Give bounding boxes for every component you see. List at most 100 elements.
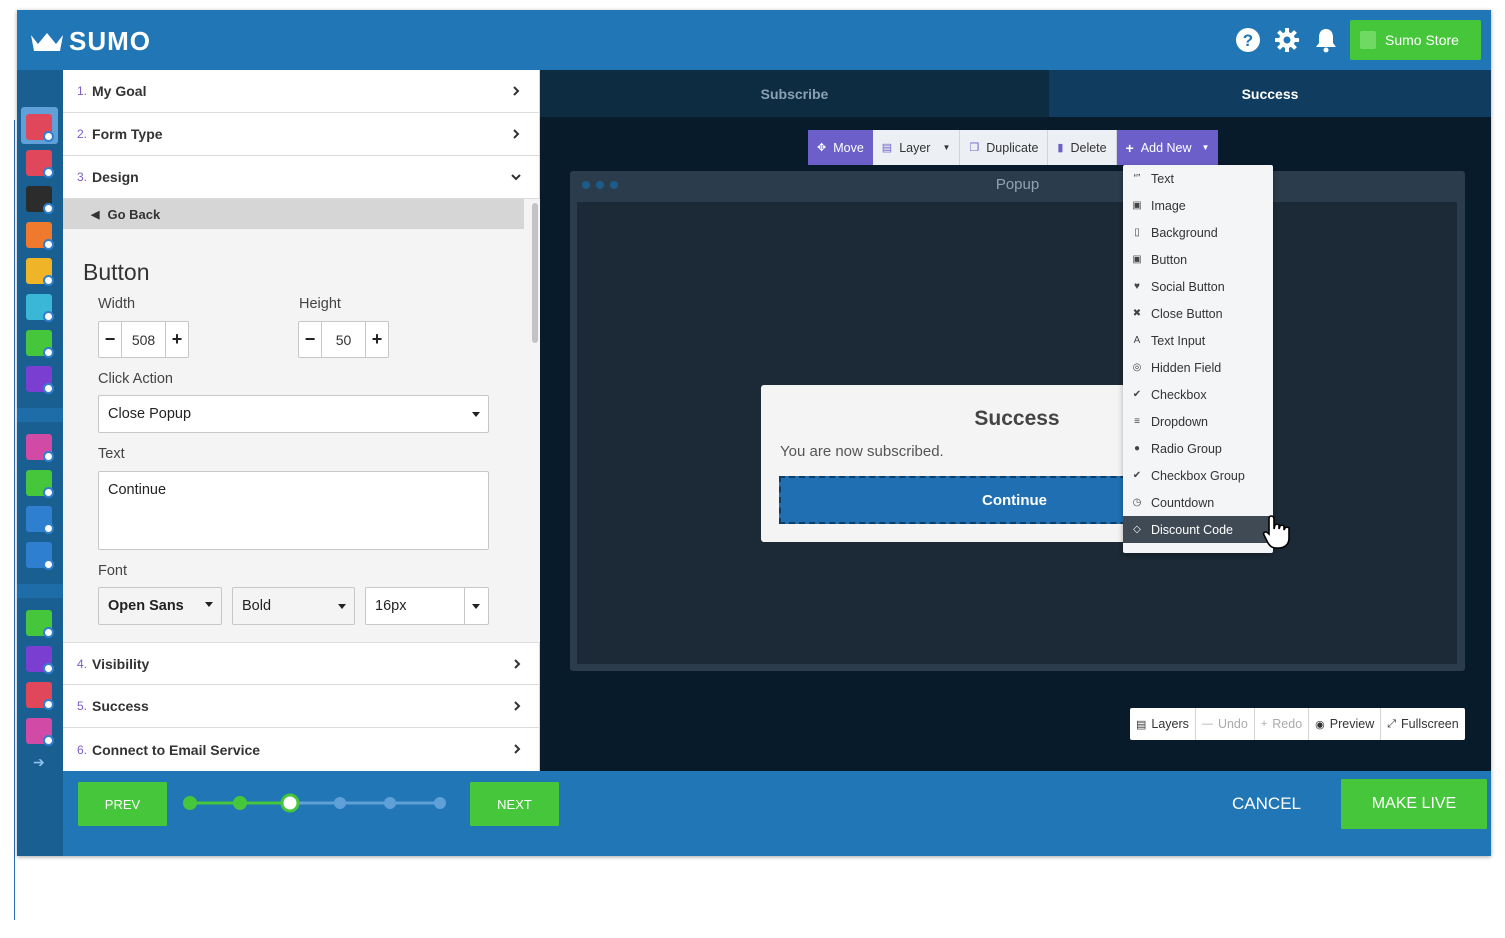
layers-icon: ▤ bbox=[1136, 718, 1147, 731]
welcome-mat-app-icon[interactable] bbox=[26, 186, 54, 214]
expand-arrow-icon[interactable]: ➔ bbox=[33, 754, 45, 771]
gear-icon[interactable] bbox=[1272, 25, 1302, 55]
smart-bar-app-icon[interactable] bbox=[26, 150, 54, 178]
menu-item-text[interactable]: “” Text bbox=[1123, 165, 1273, 192]
twitter-icon: ♥ bbox=[1134, 281, 1140, 292]
height-input[interactable]: 50 bbox=[321, 322, 366, 357]
highlighter-app-icon[interactable] bbox=[26, 258, 54, 286]
shopping-bag-icon bbox=[1360, 31, 1376, 49]
add-new-menu: “” Text ▣ Image ▯ Background ▣ Button ♥ Social Bu… bbox=[1123, 165, 1273, 553]
next-button[interactable]: NEXT bbox=[470, 782, 559, 826]
content-analytics-app-icon[interactable] bbox=[26, 610, 54, 638]
menu-item-social-button[interactable]: ♥ Social Button bbox=[1123, 273, 1273, 300]
menu-item-background[interactable]: ▯ Background bbox=[1123, 219, 1273, 246]
click-action-select[interactable]: Close Popup bbox=[98, 395, 489, 433]
menu-item-label: Close Button bbox=[1151, 306, 1223, 321]
accordion-connect-email[interactable]: 6. Connect to Email Service bbox=[63, 728, 540, 771]
menu-item-countdown[interactable]: ◷ Countdown bbox=[1123, 489, 1273, 516]
duplicate-button[interactable]: ❐ Duplicate bbox=[960, 130, 1049, 165]
menu-item-button[interactable]: ▣ Button bbox=[1123, 246, 1273, 273]
step-progress bbox=[183, 793, 446, 813]
eye-icon: ◎ bbox=[1132, 362, 1142, 373]
fire-app-icon[interactable] bbox=[26, 682, 54, 710]
layer-button[interactable]: ▤ Layer ▼ bbox=[873, 130, 961, 165]
accordion-label: Visibility bbox=[92, 655, 150, 672]
accordion-label: Success bbox=[92, 698, 149, 714]
delete-button[interactable]: ▮ Delete bbox=[1048, 130, 1117, 165]
add-new-button[interactable]: + Add New ▼ bbox=[1116, 130, 1219, 165]
logo-text: SUMO bbox=[69, 26, 151, 56]
fullscreen-button[interactable]: ⤢ Fullscreen bbox=[1381, 708, 1464, 740]
layers-button[interactable]: ▤ Layers bbox=[1130, 708, 1196, 740]
panel-scrollbar[interactable] bbox=[532, 203, 538, 343]
accordion-form-type[interactable]: 2. Form Type bbox=[63, 113, 539, 156]
font-family-select[interactable]: Open Sans bbox=[98, 587, 222, 625]
menu-item-radio-group[interactable]: ● Radio Group bbox=[1123, 435, 1273, 462]
select-value: Bold bbox=[242, 598, 272, 614]
heat-maps-app-icon[interactable] bbox=[26, 646, 54, 674]
accordion-success[interactable]: 5. Success bbox=[63, 685, 540, 728]
image-sharer-app-icon[interactable] bbox=[26, 366, 54, 394]
popup-canvas[interactable]: Success You are now subscribed. Continue bbox=[577, 202, 1457, 664]
chat-app-icon[interactable] bbox=[26, 718, 54, 746]
redo-button[interactable]: + Redo bbox=[1255, 708, 1310, 740]
divider bbox=[464, 588, 465, 624]
help-icon[interactable]: ? bbox=[1233, 25, 1263, 55]
menu-item-discount-code[interactable]: ◇ Discount Code bbox=[1123, 516, 1273, 543]
menu-item-image[interactable]: ▣ Image bbox=[1123, 192, 1273, 219]
menu-item-dropdown[interactable]: ≡ Dropdown bbox=[1123, 408, 1273, 435]
cancel-button[interactable]: CANCEL bbox=[1232, 794, 1301, 814]
accordion-design[interactable]: 3. Design bbox=[63, 156, 539, 199]
increment-button[interactable]: + bbox=[166, 322, 188, 357]
menu-item-checkbox[interactable]: ✔ Checkbox bbox=[1123, 381, 1273, 408]
menu-item-close-button[interactable]: ✖ Close Button bbox=[1123, 300, 1273, 327]
menu-item-label: Button bbox=[1151, 252, 1188, 267]
contact-form-app-icon[interactable] bbox=[26, 294, 54, 322]
decrement-button[interactable]: − bbox=[299, 322, 321, 357]
menu-item-label: Hidden Field bbox=[1151, 360, 1222, 375]
frame-header: Popup bbox=[570, 171, 1465, 199]
discover-app-icon[interactable] bbox=[26, 330, 54, 358]
app-icon-rail: ➔ bbox=[17, 70, 63, 856]
preview-button[interactable]: ◉ Preview bbox=[1309, 708, 1382, 740]
chevron-right-icon bbox=[513, 129, 520, 139]
menu-item-label: Image bbox=[1151, 198, 1186, 213]
preview-label: Preview bbox=[1329, 717, 1375, 731]
sumo-logo[interactable]: SUMO bbox=[29, 26, 151, 57]
make-live-button[interactable]: MAKE LIVE bbox=[1341, 779, 1487, 829]
undo-icon: — bbox=[1201, 718, 1213, 730]
scroll-box-app-icon[interactable] bbox=[26, 222, 54, 250]
font-size-select[interactable]: 16px bbox=[365, 587, 489, 625]
list-builder-app-icon[interactable] bbox=[26, 114, 54, 142]
menu-item-checkbox-group[interactable]: ✔ Checkbox Group bbox=[1123, 462, 1273, 489]
trash-icon: ▮ bbox=[1057, 142, 1064, 154]
stars-app-icon[interactable] bbox=[26, 506, 54, 534]
share-app-icon[interactable] bbox=[26, 434, 54, 462]
menu-item-label: Text bbox=[1151, 171, 1174, 186]
button-text-textarea[interactable]: Continue bbox=[98, 471, 489, 550]
bell-icon[interactable] bbox=[1311, 25, 1341, 55]
canvas-tools: ▤ Layers — Undo + Redo ◉ Preview ⤢ Fullscreen bbox=[1130, 708, 1465, 740]
menu-item-text-input[interactable]: A Text Input bbox=[1123, 327, 1273, 354]
sumo-store-button[interactable]: Sumo Store bbox=[1350, 20, 1481, 60]
move-button[interactable]: ✥ Move bbox=[808, 130, 873, 165]
font-weight-select[interactable]: Bold bbox=[232, 587, 355, 625]
prev-button[interactable]: PREV bbox=[78, 782, 167, 826]
layout-app-icon[interactable] bbox=[26, 542, 54, 570]
menu-item-hidden-field[interactable]: ◎ Hidden Field bbox=[1123, 354, 1273, 381]
popup-message[interactable]: You are now subscribed. bbox=[780, 443, 944, 460]
decrement-button[interactable]: − bbox=[99, 322, 121, 357]
top-bar: SUMO ? Sumo Store bbox=[17, 10, 1491, 70]
tab-success[interactable]: Success bbox=[1049, 70, 1491, 117]
step-dot-5 bbox=[384, 797, 396, 809]
increment-button[interactable]: + bbox=[366, 322, 388, 357]
width-input[interactable]: 508 bbox=[121, 322, 166, 357]
layer-label: Layer bbox=[899, 140, 931, 155]
tab-subscribe[interactable]: Subscribe bbox=[540, 70, 1049, 117]
accordion-visibility[interactable]: 4. Visibility bbox=[63, 642, 540, 685]
width-label: Width bbox=[98, 296, 136, 312]
undo-button[interactable]: — Undo bbox=[1196, 708, 1255, 740]
go-back-button[interactable]: ◀ Go Back bbox=[63, 199, 524, 229]
google-analytics-app-icon[interactable] bbox=[26, 470, 54, 498]
accordion-my-goal[interactable]: 1. My Goal bbox=[63, 70, 539, 113]
